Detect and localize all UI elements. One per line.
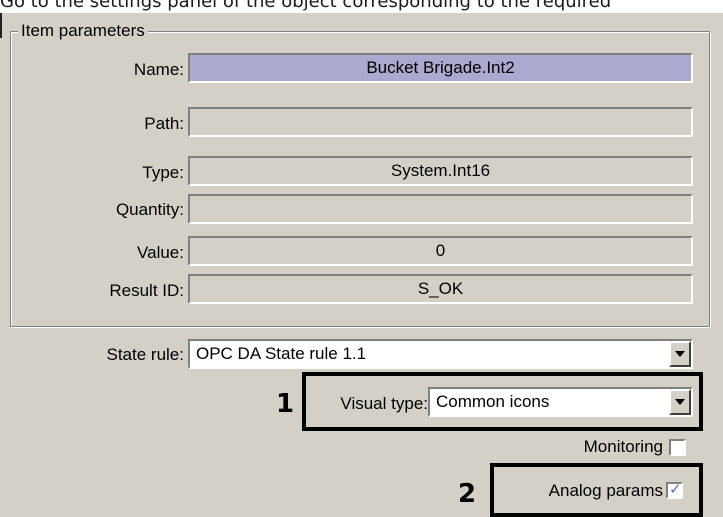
- visual-type-label: Visual type:: [340, 394, 428, 413]
- checkmark-icon: ✓: [669, 481, 682, 498]
- name-label: Name:: [133, 60, 184, 79]
- type-label: Type:: [142, 163, 184, 182]
- path-label: Path:: [144, 114, 184, 133]
- state-rule-select[interactable]: OPC DA State rule 1.1: [188, 339, 693, 369]
- callout-number-2: 2: [458, 479, 477, 509]
- chevron-down-icon[interactable]: [669, 341, 691, 367]
- name-field[interactable]: Bucket Brigade.Int2: [188, 53, 693, 83]
- state-rule-label: State rule:: [106, 345, 185, 364]
- monitoring-checkbox[interactable]: [669, 439, 686, 456]
- quantity-label: Quantity:: [115, 200, 184, 219]
- visual-type-value: Common icons: [436, 392, 550, 411]
- value-label: Value:: [137, 243, 184, 262]
- state-rule-value: OPC DA State rule 1.1: [196, 344, 367, 363]
- quantity-field[interactable]: [188, 194, 693, 224]
- chevron-down-icon[interactable]: [669, 389, 691, 415]
- item-parameters-title: Item parameters: [18, 21, 148, 41]
- monitoring-label: Monitoring: [583, 437, 663, 456]
- left-edge-marker: [0, 13, 2, 38]
- analog-params-label: Analog params: [548, 481, 663, 500]
- result-id-label: Result ID:: [109, 281, 184, 300]
- visual-type-select[interactable]: Common icons: [428, 387, 693, 417]
- result-id-field[interactable]: S_OK: [188, 274, 693, 304]
- path-field[interactable]: [188, 107, 693, 137]
- callout-number-1: 1: [276, 389, 295, 419]
- caption-text: Go to the settings panel of the object c…: [0, 0, 612, 12]
- settings-panel: Item parameters Name: Bucket Brigade.Int…: [0, 13, 723, 517]
- value-field[interactable]: 0: [188, 236, 693, 266]
- analog-params-checkbox[interactable]: ✓: [666, 482, 683, 499]
- type-field[interactable]: System.Int16: [188, 156, 693, 186]
